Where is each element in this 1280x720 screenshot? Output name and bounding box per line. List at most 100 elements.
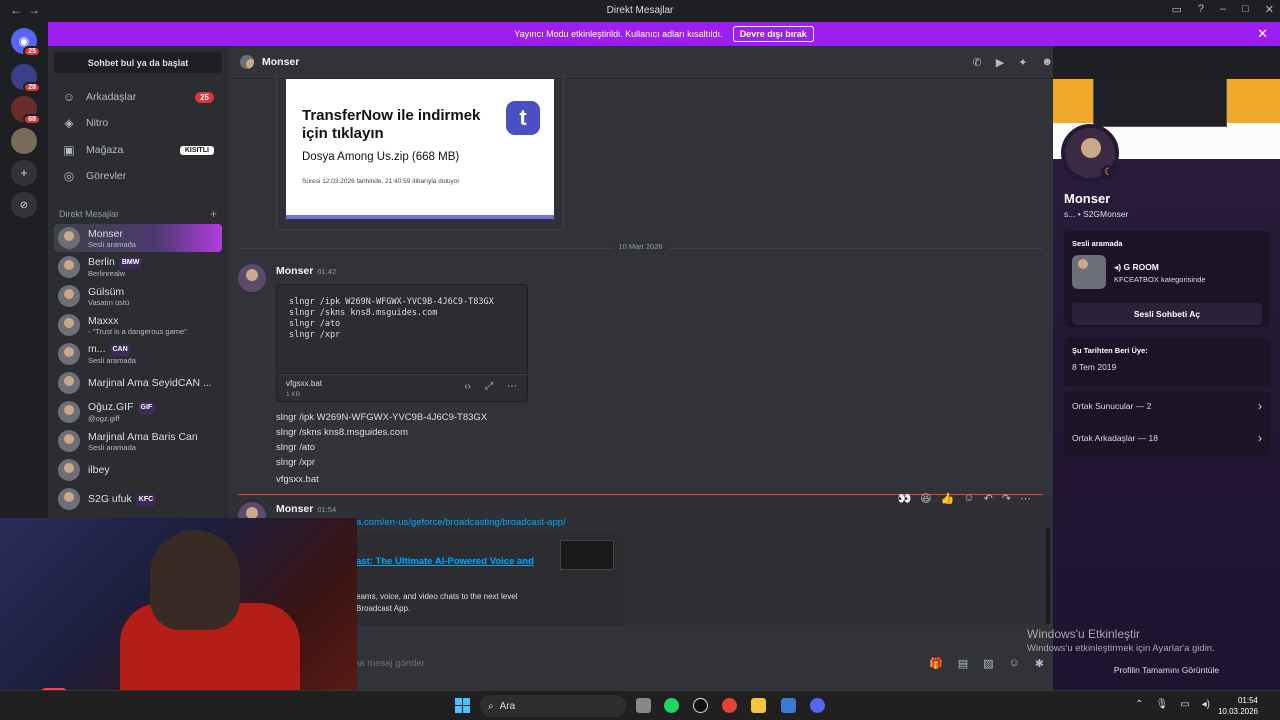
taskbar-clock[interactable]: 01:54 10.03.2026 <box>1218 695 1258 717</box>
server-badge: 28 <box>23 82 41 93</box>
voice-room-name: G ROOM <box>1123 262 1159 272</box>
taskbar-search[interactable]: ⌕ Ara <box>480 695 626 717</box>
home-button[interactable]: ◉ 25 <box>11 28 41 57</box>
dm-item[interactable]: m... CAN Sesli aramada <box>54 340 222 368</box>
nav-friends[interactable]: ☺ Arkadaşlar 25 <box>54 85 222 109</box>
volume-icon[interactable]: ◂) <box>1202 699 1210 710</box>
windows-start-icon[interactable] <box>455 698 470 713</box>
mutual-friends-row[interactable]: Ortak Arkadaşlar — 18 › <box>1064 424 1270 452</box>
file-explorer-icon[interactable] <box>751 698 766 713</box>
find-conversation-button[interactable]: Sohbet bul ya da başlat <box>54 52 222 73</box>
video-call-icon[interactable]: ▶ <box>996 56 1004 69</box>
dm-item[interactable]: Maxxx - "Trust is a dangerous game" <box>54 311 222 339</box>
more-icon[interactable]: ⋯ <box>1020 492 1031 505</box>
dm-name: Berlin <box>88 256 115 268</box>
gif-icon[interactable]: ▤ <box>958 657 968 670</box>
dm-status: Sesli aramada <box>88 442 136 452</box>
nav-arrows[interactable]: ←→ <box>10 3 46 17</box>
server-icon[interactable]: 28 <box>11 64 41 93</box>
scrollbar[interactable] <box>1046 528 1050 624</box>
avatar <box>58 285 80 307</box>
sticker-icon[interactable]: ▧ <box>983 657 993 670</box>
server-icon[interactable]: 68 <box>11 96 41 125</box>
link-embed-thumbnail[interactable] <box>560 540 614 570</box>
maximize-button[interactable]: □ <box>1242 3 1249 16</box>
task-view-icon[interactable] <box>636 698 651 713</box>
voice-category: KFCEATBOX kategorisinde <box>1114 275 1206 284</box>
voice-room: ◂) G ROOM <box>1114 262 1159 273</box>
discover-icon[interactable]: ⊘ <box>11 192 37 218</box>
shop-icon: ▣ <box>63 143 75 157</box>
dm-item[interactable]: Marjinal Ama Baris Can Sesli aramada <box>54 427 222 455</box>
dm-item[interactable]: Gülsüm Vasatın üstü <box>54 282 222 310</box>
network-icon[interactable]: ▭ <box>1180 699 1189 710</box>
message-line: slngr /ipk W269N-WFGWX-YVC9B-4J6C9-T83GX <box>276 412 488 423</box>
message-author: Monser 01:54 <box>276 503 336 515</box>
emoji-icon[interactable]: ☺ <box>1009 657 1020 670</box>
file-name[interactable]: vfgsxx.bat <box>286 379 322 388</box>
add-server-icon[interactable]: + <box>11 160 37 186</box>
friends-badge: 25 <box>195 91 214 103</box>
smile-reaction-icon[interactable]: 😆 <box>920 492 931 505</box>
dm-item[interactable]: ilbey <box>54 456 222 484</box>
forward-icon[interactable]: ↷ <box>1002 492 1011 505</box>
open-voice-chat-button[interactable]: Sesli Sohbeti Aç <box>1072 303 1262 325</box>
link-embed-title[interactable]: ast: The Ultimate AI-Powered Voice and <box>356 556 534 567</box>
microphone-icon[interactable]: 🎙 <box>1155 699 1168 710</box>
expand-icon[interactable]: ⤢ <box>485 381 493 392</box>
message-composer[interactable]: ısına mesaj gönder 🎁 ▤ ▧ ☺ ✱ <box>344 648 1044 678</box>
inbox-icon[interactable]: ▭ <box>1171 3 1181 16</box>
reply-icon[interactable]: ↶ <box>984 492 993 505</box>
add-friends-icon[interactable]: ☻ <box>1041 56 1053 69</box>
message-line: slngr /skns kns8.msguides.com <box>276 427 408 438</box>
composer-tools: 🎁 ▤ ▧ ☺ ✱ <box>929 657 1044 670</box>
nav-quests[interactable]: ◎ Görevler <box>54 164 222 188</box>
webcam-person-head <box>150 530 240 630</box>
voice-header: Sesli aramada <box>1072 239 1123 248</box>
transfernow-logo-icon: t <box>506 101 540 135</box>
eyes-reaction-icon[interactable]: 👀 <box>897 492 911 505</box>
author-name[interactable]: Monser <box>276 265 313 277</box>
mutual-servers-row[interactable]: Ortak Sunucular — 2 › <box>1064 392 1270 420</box>
dm-name: Marjinal Ama Baris Can <box>88 430 198 443</box>
view-full-profile-link[interactable]: Profilin Tamamını Görüntüle <box>1053 665 1280 675</box>
pin-icon[interactable]: ✦ <box>1018 56 1027 69</box>
banner-screenshot <box>1093 79 1227 127</box>
nav-nitro[interactable]: ◈ Nitro <box>54 111 222 135</box>
server-icon[interactable] <box>11 128 37 154</box>
gift-icon[interactable]: 🎁 <box>929 657 943 670</box>
app-icon[interactable] <box>781 698 796 713</box>
disable-streamer-mode-button[interactable]: Devre dışı bırak <box>732 26 814 42</box>
transfernow-embed[interactable]: TransferNow ile indirmek için tıklayın D… <box>286 79 554 219</box>
voice-call-icon[interactable]: ✆ <box>973 56 982 69</box>
close-button[interactable]: ✕ <box>1265 3 1274 16</box>
dm-item[interactable]: Monser Sesli aramada <box>54 224 222 252</box>
dm-item[interactable]: Berlin BMW Berlinrealw <box>54 253 222 281</box>
avatar <box>240 55 254 69</box>
add-reaction-icon[interactable]: ☺ <box>963 492 974 505</box>
author-name[interactable]: Monser <box>276 503 313 515</box>
minimize-button[interactable]: – <box>1220 3 1226 16</box>
more-icon[interactable]: ⋯ <box>507 381 517 392</box>
chevron-up-icon[interactable]: ⌃ <box>1135 699 1143 710</box>
dm-item[interactable]: S2G ufuk KFC <box>54 485 222 513</box>
code-view-icon[interactable]: ‹› <box>464 381 471 392</box>
message-link[interactable]: a.com/en-us/geforce/broadcasting/broadca… <box>356 517 566 528</box>
dm-name: S2G ufuk <box>88 492 132 505</box>
close-icon[interactable]: ✕ <box>1257 26 1268 42</box>
chrome-icon[interactable] <box>722 698 737 713</box>
dm-item[interactable]: Marjinal Ama SeyidCAN ... <box>54 369 222 397</box>
create-dm-icon[interactable]: + <box>210 207 217 221</box>
help-icon[interactable]: ? <box>1198 3 1204 16</box>
nav-shop[interactable]: ▣ Mağaza KISITLI <box>54 138 222 162</box>
profile-username: s... • S2GMonser <box>1064 209 1129 219</box>
avatar[interactable] <box>238 264 266 292</box>
search-icon: ⌕ <box>488 700 494 712</box>
spotify-icon[interactable] <box>664 698 679 713</box>
discord-taskbar-icon[interactable] <box>810 698 825 713</box>
apps-icon[interactable]: ✱ <box>1035 657 1044 670</box>
dm-item[interactable]: Oğuz.GIF GIF @ogz.giff <box>54 398 222 426</box>
thumbs-up-icon[interactable]: 👍 <box>941 492 955 505</box>
member-since-header: Şu Tarihten Beri Üye: <box>1072 346 1148 355</box>
steam-icon[interactable] <box>693 698 708 713</box>
